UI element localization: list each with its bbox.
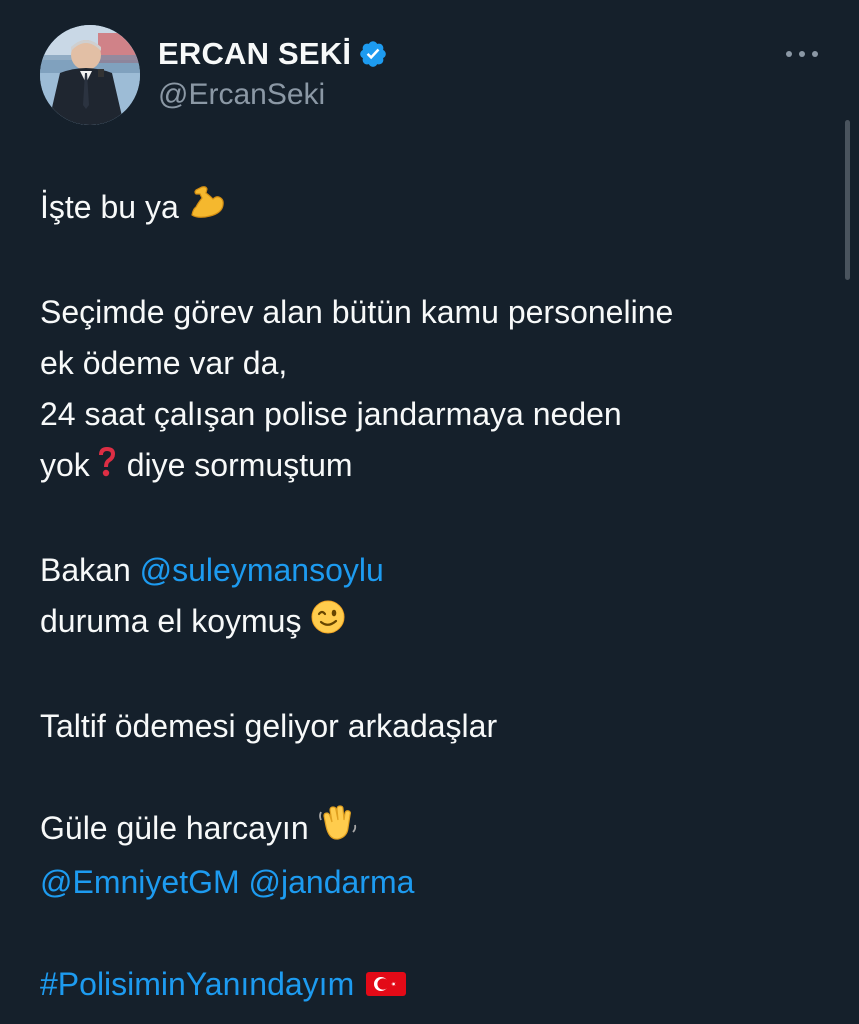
turkey-flag-emoji [366, 962, 407, 1013]
tweet: ERCAN SEKİ @ErcanSeki İşte bu ya Seçimde… [0, 0, 859, 1024]
mention-link[interactable]: @suleymansoylu [140, 552, 384, 588]
verified-badge-icon [358, 39, 388, 69]
mention-link[interactable]: @jandarma [249, 864, 415, 900]
author-handle[interactable]: @ErcanSeki [158, 78, 325, 112]
mention-link[interactable]: @EmniyetGM [40, 864, 240, 900]
tweet-line: @EmniyetGM @jandarma [40, 857, 830, 908]
tweet-line: Bakan @suleymansoylu [40, 552, 384, 588]
author-display-name[interactable]: ERCAN SEKİ [158, 36, 351, 72]
avatar[interactable] [40, 25, 140, 125]
avatar-image [40, 25, 140, 125]
winking-face-emoji [310, 599, 346, 650]
tweet-line: 24 saat çalışan polise jandarmaya neden [40, 396, 622, 432]
tweet-line: duruma el koymuş [40, 596, 830, 650]
more-options-icon[interactable] [786, 44, 818, 64]
tweet-line: ek ödeme var da, [40, 345, 288, 381]
waving-hand-emoji [318, 804, 358, 857]
tweet-line: yok diye sormuştum [40, 440, 830, 494]
flexed-biceps-emoji [188, 185, 228, 236]
tweet-line: İşte bu ya [40, 182, 830, 236]
tweet-line: Güle güle harcayın [40, 803, 830, 857]
tweet-line: #PolisiminYanındayım [40, 959, 830, 1013]
tweet-line: Taltif ödemesi geliyor arkadaşlar [40, 708, 498, 744]
hashtag-link[interactable]: #PolisiminYanındayım [40, 966, 354, 1002]
author-name-row: ERCAN SEKİ [158, 34, 388, 74]
tweet-line: Seçimde görev alan bütün kamu personelin… [40, 294, 674, 330]
tweet-text: İşte bu ya Seçimde görev alan bütün kamu… [40, 182, 830, 1013]
scrollbar[interactable] [845, 120, 850, 280]
red-question-mark-emoji [96, 443, 118, 494]
